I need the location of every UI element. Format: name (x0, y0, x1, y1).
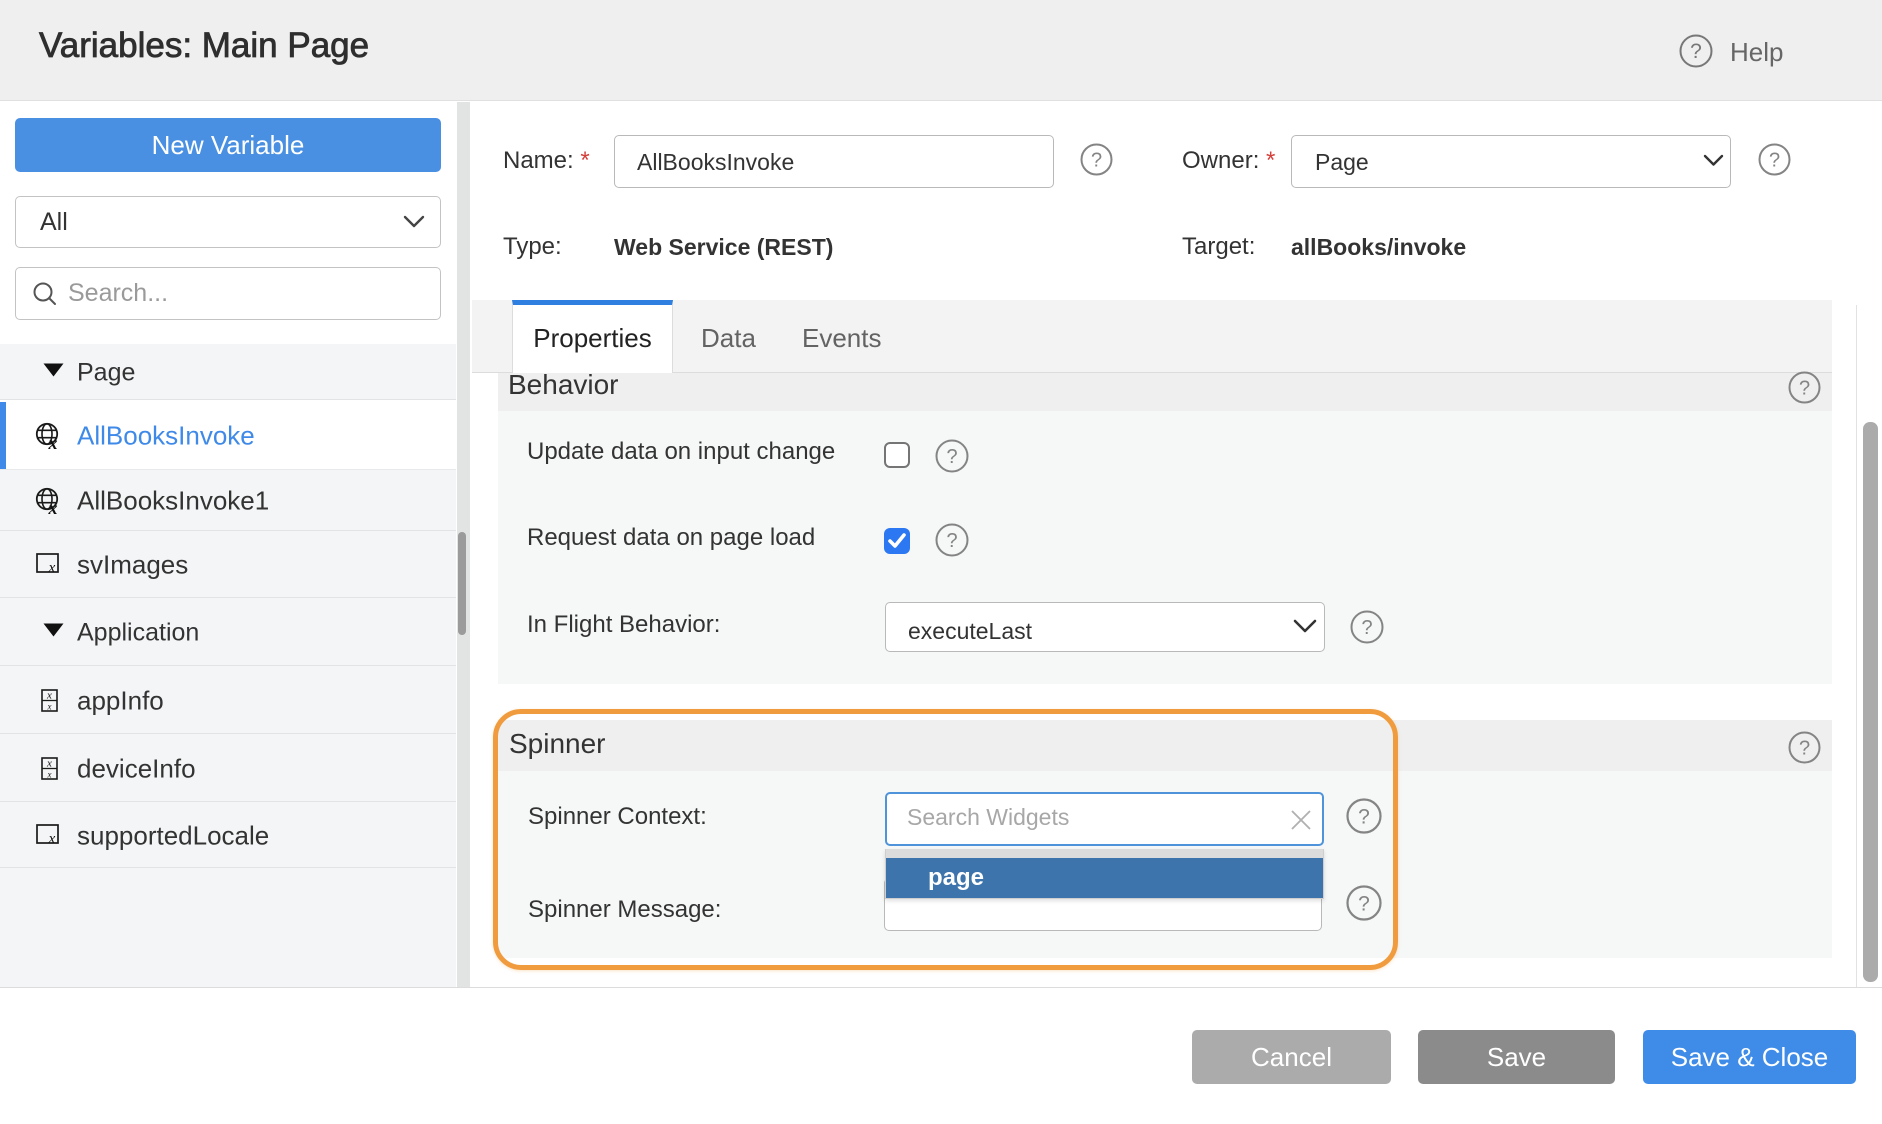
svg-text:x: x (46, 689, 52, 701)
svg-text:x: x (47, 769, 52, 779)
svg-text:x: x (48, 433, 58, 450)
svg-text:x: x (47, 701, 52, 711)
svg-text:?: ? (1799, 738, 1810, 760)
svg-text:x: x (48, 498, 58, 515)
svg-text:x: x (46, 757, 52, 769)
svg-text:?: ? (1091, 150, 1102, 172)
svg-text:?: ? (946, 530, 957, 552)
svg-text:?: ? (946, 446, 957, 468)
svg-text:x: x (48, 831, 56, 846)
svg-text:?: ? (1361, 617, 1372, 639)
svg-text:?: ? (1799, 378, 1810, 400)
svg-text:x: x (48, 560, 56, 575)
svg-text:?: ? (1769, 150, 1780, 172)
svg-text:?: ? (1690, 40, 1702, 63)
